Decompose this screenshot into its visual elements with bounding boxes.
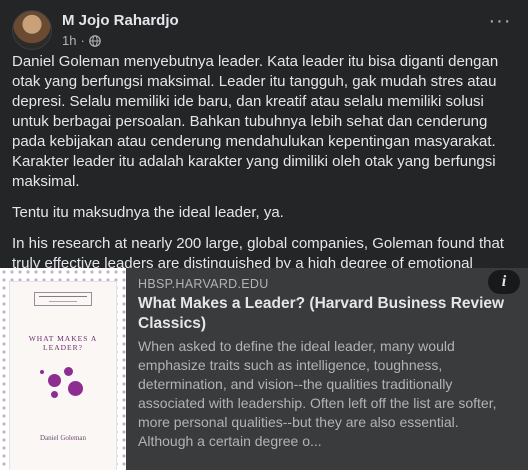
book-cover: WHAT MAKES A LEADER? Daniel Goleman: [10, 282, 116, 470]
globe-icon: [89, 34, 101, 47]
book-dot: [64, 367, 73, 376]
book-cover-thumbnail[interactable]: WHAT MAKES A LEADER? Daniel Goleman: [0, 268, 126, 470]
post-time[interactable]: 1h: [62, 33, 76, 48]
link-description: When asked to define the ideal leader, m…: [138, 338, 497, 449]
link-title[interactable]: What Makes a Leader? (Harvard Business R…: [138, 294, 514, 334]
post-paragraph: Tentu itu maksudnya the ideal leader, ya…: [12, 204, 284, 221]
post-paragraph: Daniel Goleman menyebutnya leader. Kata …: [12, 53, 499, 190]
more-dots-icon: ···: [488, 10, 512, 32]
link-domain: HBSP.HARVARD.EDU: [138, 277, 269, 291]
book-title: WHAT MAKES A LEADER?: [28, 334, 98, 352]
author-name[interactable]: M Jojo Rahardjo: [62, 12, 179, 29]
book-dot: [68, 381, 83, 396]
link-preview-card[interactable]: WHAT MAKES A LEADER? Daniel Goleman HBSP…: [0, 268, 528, 470]
book-dot: [51, 391, 58, 398]
link-info[interactable]: HBSP.HARVARD.EDU What Makes a Leader? (H…: [138, 276, 514, 451]
more-options-button[interactable]: ···: [484, 10, 516, 36]
avatar[interactable]: [12, 10, 52, 50]
book-author: Daniel Goleman: [39, 434, 87, 442]
book-series-label: [34, 292, 92, 306]
post-meta: 1h ·: [62, 33, 101, 48]
post-card: M Jojo Rahardjo 1h · ··· Daniel Goleman …: [0, 0, 528, 470]
book-dot: [48, 374, 61, 387]
post-header: M Jojo Rahardjo 1h · ···: [12, 10, 516, 50]
book-dot: [40, 370, 44, 374]
info-icon[interactable]: i: [488, 270, 520, 294]
